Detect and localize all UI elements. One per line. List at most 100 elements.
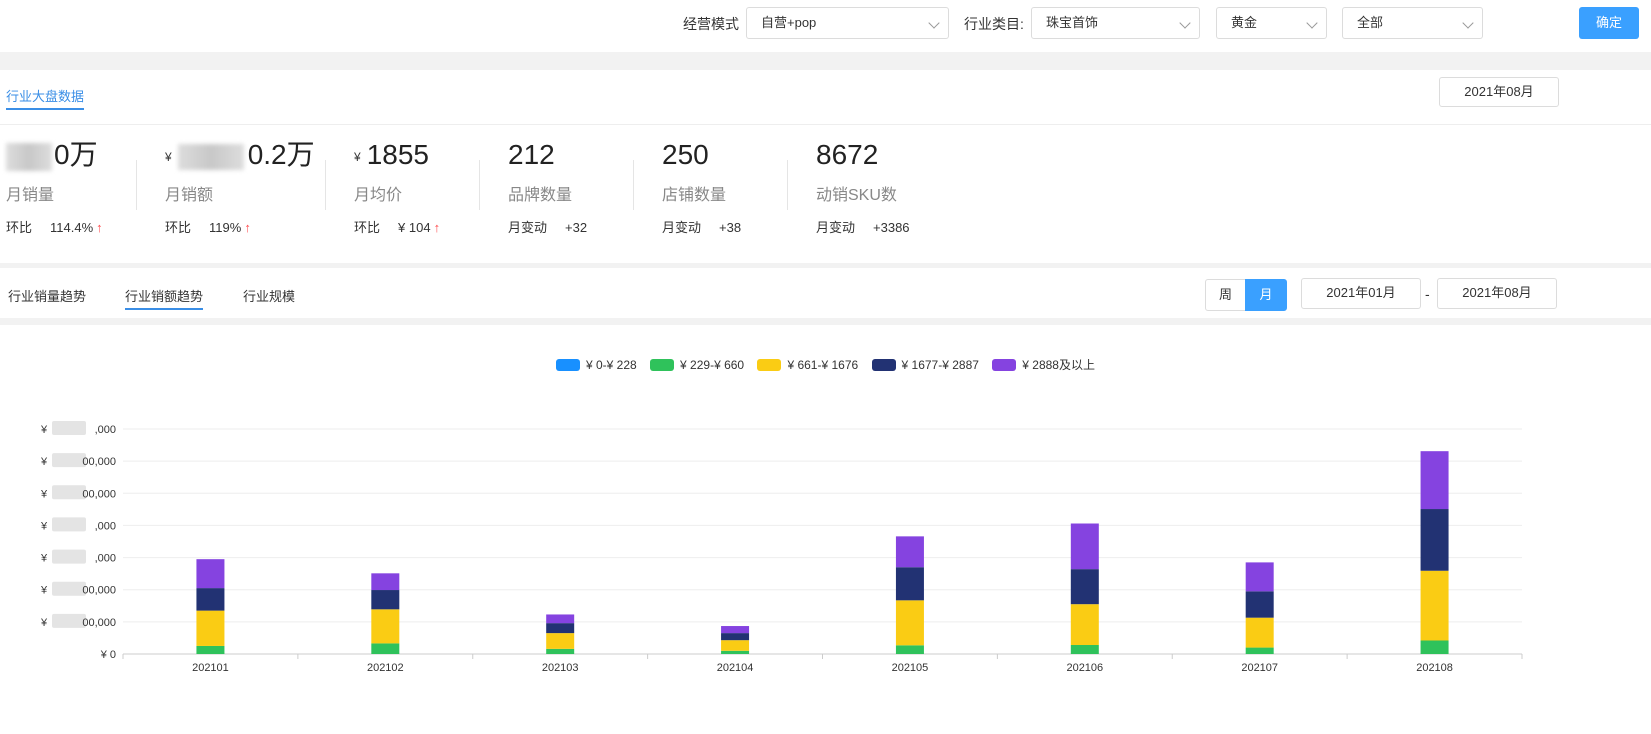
y-tick-label: 00,000 bbox=[82, 585, 116, 597]
bar-segment bbox=[895, 600, 924, 646]
bar-segment bbox=[721, 626, 750, 634]
masked-value bbox=[177, 143, 244, 170]
mode-select[interactable]: 自营+pop bbox=[746, 7, 949, 39]
x-tick-label: 202108 bbox=[1416, 662, 1453, 674]
bar-segment bbox=[1070, 645, 1099, 654]
stat-name: 店铺数量 bbox=[662, 187, 727, 204]
divider bbox=[479, 160, 480, 210]
x-tick-label: 202103 bbox=[542, 662, 579, 674]
masked-tick bbox=[52, 613, 86, 628]
stat-monthly-volume: 0万 月销量 环比 114.4% ↑ bbox=[6, 135, 103, 236]
chevron-down-icon bbox=[1462, 17, 1474, 29]
x-tick-label: 202101 bbox=[192, 662, 229, 674]
confirm-button[interactable]: 确定 bbox=[1579, 7, 1639, 39]
masked-tick bbox=[52, 517, 86, 532]
bar-segment bbox=[1420, 570, 1449, 641]
arrow-up-icon: ↑ bbox=[244, 220, 251, 235]
stat-name: 月均价 bbox=[354, 187, 403, 204]
bar-segment bbox=[1245, 647, 1274, 654]
tab-industry-overview[interactable]: 行业大盘数据 bbox=[6, 86, 85, 110]
overview-month-picker[interactable]: 2021年08月 bbox=[1439, 77, 1559, 107]
masked-tick bbox=[52, 453, 86, 468]
third-category-select-value: 全部 bbox=[1357, 15, 1384, 30]
chevron-down-icon bbox=[1306, 17, 1318, 29]
stat-name: 品牌数量 bbox=[508, 187, 573, 204]
end-month-picker[interactable]: 2021年08月 bbox=[1437, 278, 1557, 309]
arrow-up-icon: ↑ bbox=[433, 220, 441, 235]
bar-segment bbox=[1245, 562, 1274, 592]
subcategory-select[interactable]: 黄金 bbox=[1216, 7, 1327, 39]
category-select[interactable]: 珠宝首饰 bbox=[1031, 7, 1200, 39]
bar-segment bbox=[371, 609, 400, 644]
y-tick-prefix: ¥ bbox=[40, 456, 48, 468]
divider bbox=[633, 160, 634, 210]
bar-segment bbox=[1420, 640, 1449, 654]
stat-value: 212 bbox=[508, 139, 555, 170]
stat-change: 环比 114.4% ↑ bbox=[6, 220, 103, 235]
y-tick-prefix: ¥ bbox=[40, 553, 48, 565]
stat-name: 月销量 bbox=[6, 187, 55, 204]
bar-segment bbox=[1070, 569, 1099, 605]
masked-tick bbox=[52, 485, 86, 500]
stat-value: ¥0.2万 bbox=[165, 139, 315, 170]
bar-segment bbox=[895, 645, 924, 654]
y-tick-prefix: ¥ bbox=[40, 424, 48, 436]
bar-segment bbox=[371, 590, 400, 610]
filter-bar: 经营模式 自营+pop 行业类目: 珠宝首饰 黄金 全部 确定 bbox=[0, 0, 1651, 52]
tab-industry-scale[interactable]: 行业规模 bbox=[243, 286, 295, 305]
y-tick-prefix: ¥ bbox=[40, 617, 48, 629]
bar-segment bbox=[196, 610, 225, 646]
y-tick-label: ,000 bbox=[95, 424, 116, 436]
stat-average-price: ¥1855 月均价 环比 ¥ 104 ↑ bbox=[354, 135, 440, 236]
stat-change: 环比 119% ↑ bbox=[165, 220, 251, 235]
masked-tick bbox=[52, 581, 86, 596]
y-tick-prefix: ¥ bbox=[40, 488, 48, 500]
bar-segment bbox=[1420, 451, 1449, 510]
month-toggle[interactable]: 月 bbox=[1245, 279, 1287, 311]
y-tick-label: 00,000 bbox=[82, 456, 116, 468]
category-select-value: 珠宝首饰 bbox=[1046, 15, 1099, 30]
divider bbox=[325, 160, 326, 210]
range-separator: - bbox=[1425, 286, 1430, 302]
third-category-select[interactable]: 全部 bbox=[1342, 7, 1483, 39]
mode-select-value: 自营+pop bbox=[761, 15, 817, 30]
y-tick-label: ¥ 0 bbox=[100, 649, 116, 661]
bar-segment bbox=[371, 573, 400, 591]
overview-panel: 行业大盘数据 2021年08月 0万 月销量 环比 114.4% ↑ ¥0.2万 月… bbox=[0, 70, 1651, 263]
x-tick-label: 202107 bbox=[1241, 662, 1278, 674]
subcategory-select-value: 黄金 bbox=[1231, 15, 1258, 30]
bar-segment bbox=[546, 648, 575, 654]
y-tick-prefix: ¥ bbox=[40, 520, 48, 532]
stat-store-count: 250 店铺数量 月变动 +38 bbox=[662, 135, 741, 236]
stat-sku-count: 8672 动销SKU数 月变动 +3386 bbox=[816, 135, 910, 236]
week-toggle[interactable]: 周 bbox=[1205, 279, 1246, 311]
bar-segment bbox=[546, 633, 575, 649]
y-tick-label: 00,000 bbox=[82, 617, 116, 629]
bar-segment bbox=[1070, 523, 1099, 570]
bar-segment bbox=[1420, 509, 1449, 571]
bar-segment bbox=[721, 633, 750, 641]
divider bbox=[787, 160, 788, 210]
stat-name: 动销SKU数 bbox=[816, 187, 897, 204]
bar-segment bbox=[1070, 604, 1099, 645]
stat-monthly-sales: ¥0.2万 月销额 环比 119% ↑ bbox=[165, 135, 315, 236]
x-tick-label: 202104 bbox=[717, 662, 754, 674]
bar-segment bbox=[895, 567, 924, 601]
tab-sales-volume-trend[interactable]: 行业销量趋势 bbox=[8, 286, 86, 305]
bar-segment bbox=[546, 614, 575, 624]
stat-value: 250 bbox=[662, 139, 709, 170]
stat-name: 月销额 bbox=[165, 187, 214, 204]
bar-segment bbox=[721, 650, 750, 654]
stat-change: 月变动 +38 bbox=[662, 220, 742, 235]
bar-segment bbox=[546, 623, 575, 634]
bar-segment bbox=[1245, 617, 1274, 648]
y-tick-label: ,000 bbox=[95, 520, 116, 532]
stacked-bar-chart: ¥ ,000 ¥ 00,000 ¥ 00,000 ¥ ,000 ¥ ,000 ¥ 00,000 ¥ 00,… bbox=[40, 421, 1523, 674]
bar-segment bbox=[895, 536, 924, 568]
masked-value bbox=[6, 142, 52, 171]
start-month-picker[interactable]: 2021年01月 bbox=[1301, 278, 1421, 309]
tab-sales-amount-trend[interactable]: 行业销额趋势 bbox=[125, 286, 204, 310]
stat-change: 月变动 +32 bbox=[508, 220, 588, 235]
y-tick-prefix: ¥ bbox=[40, 585, 48, 597]
stat-value: 8672 bbox=[816, 139, 879, 170]
